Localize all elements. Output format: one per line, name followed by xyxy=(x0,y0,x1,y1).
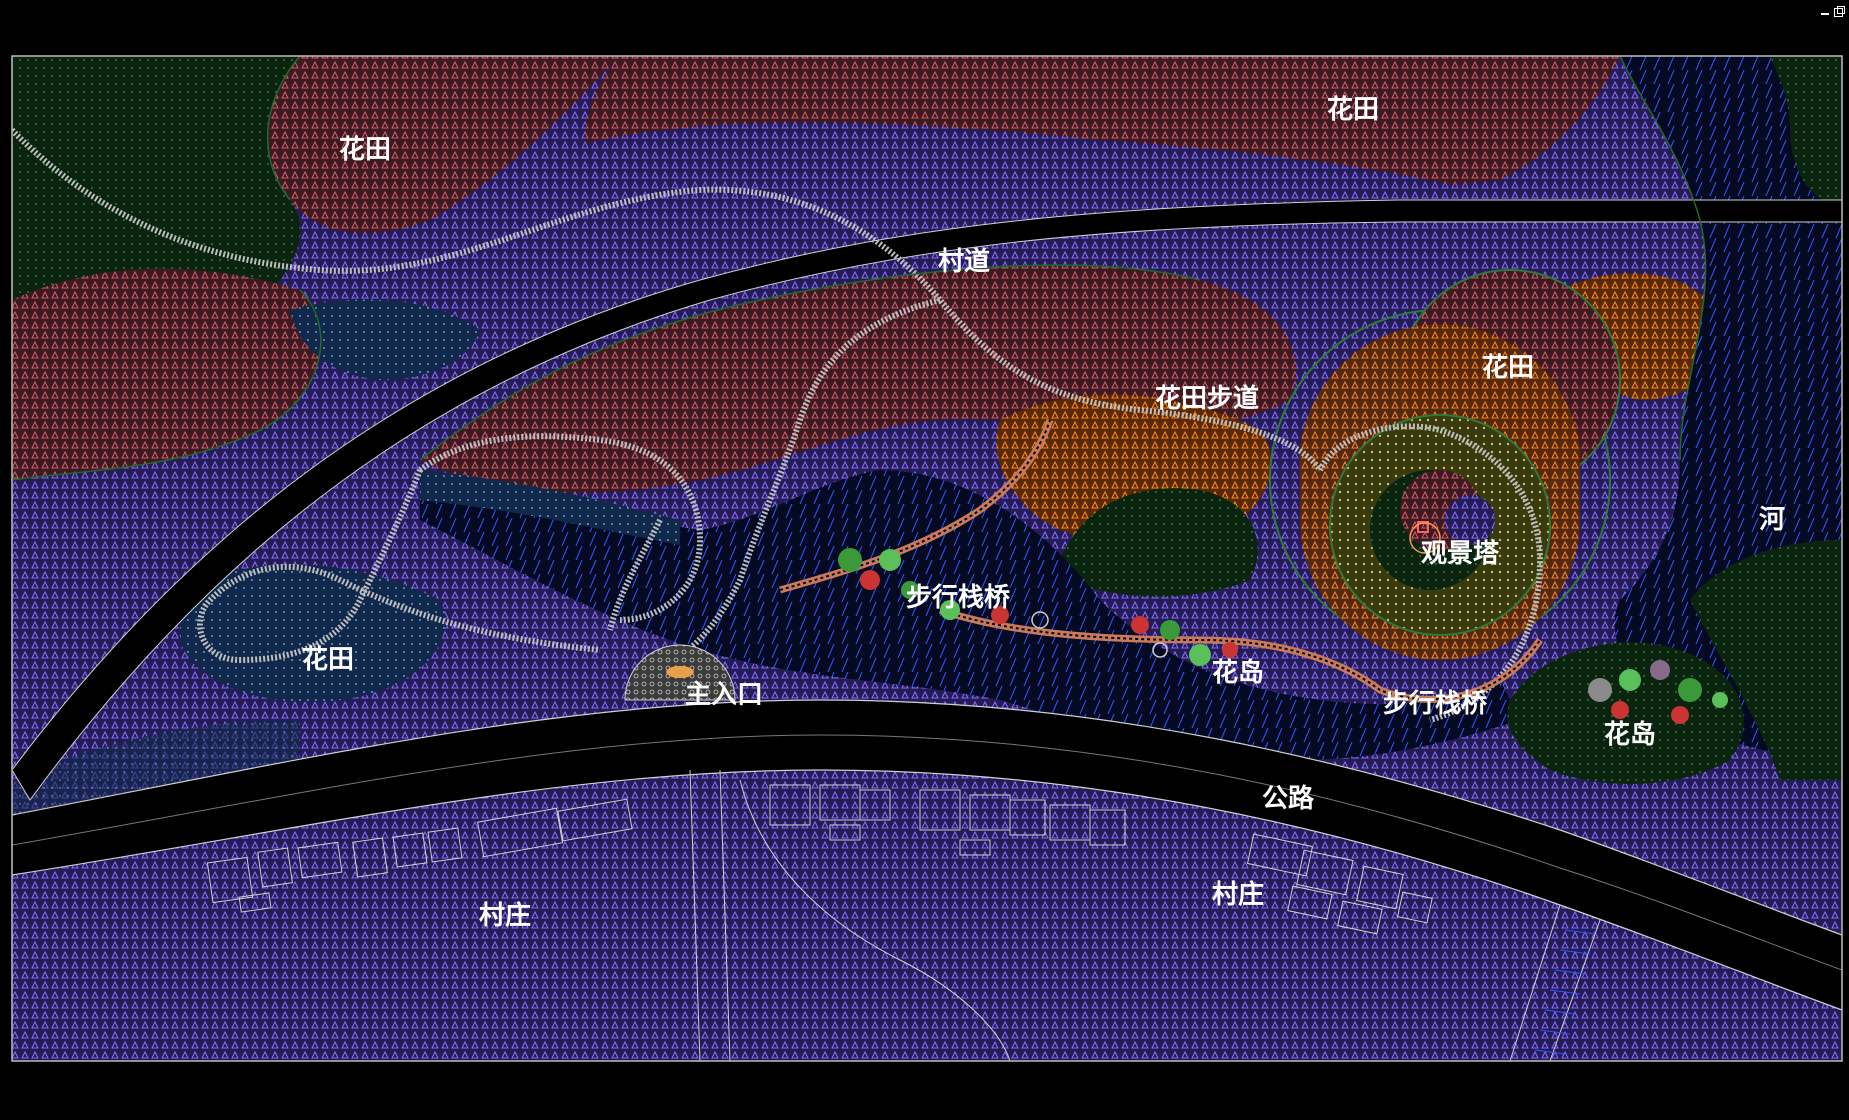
label-main-entrance: 主入口 xyxy=(685,680,763,710)
label-tower: 观景塔 xyxy=(1421,539,1500,569)
label-boardwalk-2: 步行栈桥 xyxy=(1383,688,1488,719)
label-field-left: 花田 xyxy=(302,645,354,675)
label-river: 河 xyxy=(1759,505,1785,535)
label-field-center: 花田 xyxy=(1482,353,1534,383)
map-content xyxy=(12,56,1842,1061)
tower-inner-purple xyxy=(1445,495,1495,545)
cad-viewport[interactable]: 花田 花田 村道 花田 花田步道 河 观景塔 步行栈桥 花田 主入口 花岛 步行… xyxy=(0,0,1849,1116)
label-highway: 公路 xyxy=(1262,783,1315,814)
label-field-path: 花田步道 xyxy=(1155,383,1259,414)
entrance-feature xyxy=(666,666,694,678)
minimize-icon[interactable] xyxy=(1820,6,1830,16)
label-field-top-right: 花田 xyxy=(1327,95,1379,125)
label-village-right: 村庄 xyxy=(1212,879,1264,910)
label-field-top-left: 花田 xyxy=(339,135,391,165)
window-controls xyxy=(1820,6,1845,17)
label-village-left: 村庄 xyxy=(479,900,531,931)
restore-icon[interactable] xyxy=(1834,6,1845,17)
label-village-road: 村道 xyxy=(938,246,990,277)
label-island-2: 花岛 xyxy=(1604,719,1656,750)
label-island-1: 花岛 xyxy=(1212,657,1264,688)
label-boardwalk-1: 步行栈桥 xyxy=(906,582,1011,613)
site-plan-map[interactable]: 花田 花田 村道 花田 花田步道 河 观景塔 步行栈桥 花田 主入口 花岛 步行… xyxy=(0,0,1849,1116)
